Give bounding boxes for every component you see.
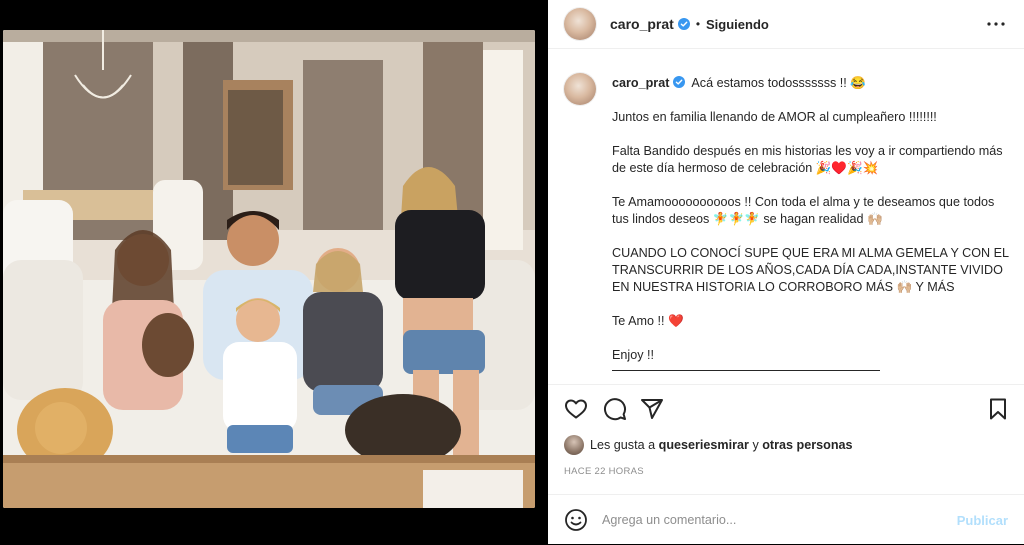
header-username[interactable]: caro_prat [610, 16, 674, 32]
heart-icon [565, 399, 587, 419]
smiley-icon[interactable] [564, 508, 588, 532]
instagram-post-view: caro_prat • Siguiendo caro_prat Acá estam… [0, 0, 1024, 544]
caption-text: caro_prat Acá estamos todosssssss !! 😂 Ju… [612, 75, 1012, 371]
avatar[interactable] [564, 8, 596, 40]
comment-button[interactable] [603, 397, 629, 423]
comment-icon [604, 398, 626, 421]
post-timestamp[interactable]: HACE 22 HORAS [564, 466, 644, 477]
caption-username[interactable]: caro_prat [612, 76, 669, 90]
caption-area: caro_prat Acá estamos todosssssss !! 😂 Ju… [548, 49, 1024, 383]
likes-conjunction: y [752, 438, 759, 452]
caption-line-6: Te Amo !! ❤️ [612, 314, 684, 328]
send-icon [641, 399, 663, 419]
separator-dot: • [695, 17, 701, 31]
likes-prefix: Les gusta a [590, 438, 656, 452]
more-horizontal-icon [987, 22, 1005, 26]
family-photo-illustration [3, 30, 535, 508]
likes-summary: Les gusta a queseriesmirar y otras perso… [564, 434, 853, 456]
publish-button[interactable]: Publicar [957, 513, 1008, 528]
post-panel: caro_prat • Siguiendo caro_prat Acá estam… [548, 0, 1024, 544]
share-button[interactable] [640, 397, 666, 423]
caption-line-3: Falta Bandido después en mis historias l… [612, 144, 1003, 175]
following-button[interactable]: Siguiendo [706, 17, 769, 32]
verified-badge-icon [673, 76, 686, 88]
post-photo[interactable] [3, 30, 535, 508]
comment-input[interactable] [600, 512, 944, 528]
save-button[interactable] [986, 397, 1012, 423]
comment-bar: Publicar [548, 494, 1024, 545]
likes-others[interactable]: otras personas [762, 438, 852, 452]
like-button[interactable] [564, 397, 590, 423]
caption-avatar[interactable] [564, 73, 596, 105]
verified-badge-icon [677, 18, 690, 30]
caption-line-4: Te Amamoooooooooos !! Con toda el alma y… [612, 195, 995, 226]
caption-line-1: Acá estamos todosssssss !! 😂 [691, 76, 866, 90]
media-area [0, 0, 548, 544]
action-bar [548, 384, 1024, 437]
caption-line-2: Juntos en familia llenando de AMOR al cu… [612, 110, 937, 124]
post-header: caro_prat • Siguiendo [548, 0, 1024, 49]
bookmark-icon [990, 398, 1006, 420]
caption-line-5: CUANDO LO CONOCÍ SUPE QUE ERA MI ALMA GE… [612, 246, 1009, 294]
more-options-button[interactable] [984, 12, 1008, 36]
likes-user[interactable]: queseriesmirar [659, 438, 749, 452]
liker-avatar[interactable] [564, 435, 584, 455]
